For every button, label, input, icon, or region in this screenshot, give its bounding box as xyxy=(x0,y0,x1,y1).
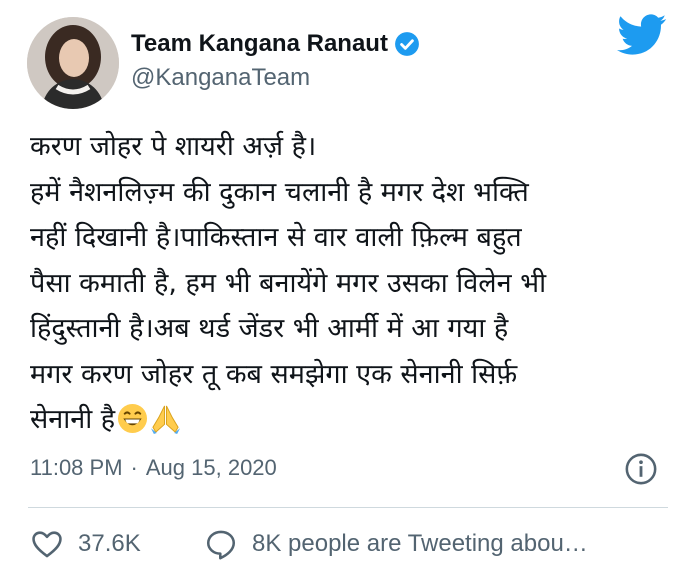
grinning-face-emoji xyxy=(118,403,148,434)
meta-separator: · xyxy=(130,455,138,480)
heart-icon xyxy=(32,531,62,558)
twitter-bird-icon[interactable] xyxy=(617,14,667,56)
avatar[interactable] xyxy=(27,17,119,109)
tweet-timestamp[interactable]: 11:08 PM · Aug 15, 2020 xyxy=(30,455,277,481)
author-handle[interactable]: @KanganaTeam xyxy=(131,64,310,92)
tweet-line: नहीं दिखानी है।पाकिस्तान से वार वाली फ़ि… xyxy=(30,222,522,253)
speech-bubble-icon xyxy=(206,530,236,560)
tweet-line: हमें नैशनलिज़्म की दुकान चलानी है मगर दे… xyxy=(30,176,529,208)
tweet-line: करण जोहर पे शायरी अर्ज़ है। xyxy=(30,131,317,162)
tweet-text: करण जोहर पे शायरी अर्ज़ है। हमें नैशनलिज… xyxy=(30,124,680,443)
tweet-last-line: सेनानी है xyxy=(30,397,680,443)
like-button[interactable]: 37.6K xyxy=(30,527,141,561)
tweet-line: पैसा कमाती है, हम भी बनायेंगे मगर उसका व… xyxy=(30,267,547,299)
verified-badge-icon xyxy=(395,32,419,56)
talking-text: 8K people are Tweeting abou… xyxy=(252,530,588,557)
info-icon[interactable] xyxy=(624,452,658,486)
talking-button[interactable]: 8K people are Tweeting abou… xyxy=(204,527,588,561)
tweet-date: Aug 15, 2020 xyxy=(145,455,277,480)
tweet-line: मगर करण जोहर तू कब समझेगा एक सेनानी सिर्… xyxy=(30,358,518,390)
like-count: 37.6K xyxy=(78,530,141,557)
divider xyxy=(28,507,668,508)
author-name[interactable]: Team Kangana Ranaut xyxy=(131,30,420,58)
tweet-time: 11:08 PM xyxy=(30,455,123,480)
tweet-line: हिंदुस्तानी है।अब थर्ड जेंडर भी आर्मी मे… xyxy=(30,313,509,344)
tweet-card: Team Kangana Ranaut @KanganaTeam करण जोह… xyxy=(0,0,696,584)
folded-hands-emoji xyxy=(151,405,181,434)
author-name-text: Team Kangana Ranaut xyxy=(131,30,388,57)
tweet-line: सेनानी है xyxy=(30,404,116,435)
